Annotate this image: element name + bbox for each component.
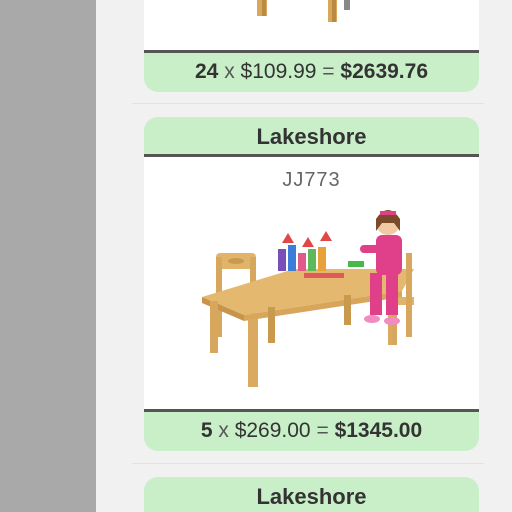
product-list: 24 x $109.99 = $2639.76 Lakeshore JJ773 [96,0,512,512]
product-card[interactable]: Lakeshore [144,477,479,512]
card-divider [132,103,484,104]
brand-header: Lakeshore [144,477,479,512]
brand-header: Lakeshore [144,117,479,157]
quantity: 24 [194,60,219,83]
price-summary: 24 x $109.99 = $2639.76 [144,50,479,92]
quantity: 5 [200,419,213,442]
price-summary: 5 x $269.00 = $1345.00 [144,409,479,451]
unit-price: $269.00 [234,419,311,442]
product-image [257,0,350,22]
equals-sign: = [322,60,335,83]
times-sign: x [224,60,235,83]
product-card[interactable]: 24 x $109.99 = $2639.76 [144,0,479,92]
times-sign: x [218,419,229,442]
total-price: $1345.00 [334,419,423,442]
equals-sign: = [316,419,329,442]
card-divider [132,463,484,464]
product-card[interactable]: Lakeshore JJ773 5 x $269.00 = $1345.00 [144,117,479,453]
unit-price: $109.99 [240,60,317,83]
total-price: $2639.76 [340,60,428,83]
product-image-area: JJ773 [144,157,479,409]
kids-table-product-photo [202,210,414,387]
product-image-area [144,0,479,50]
